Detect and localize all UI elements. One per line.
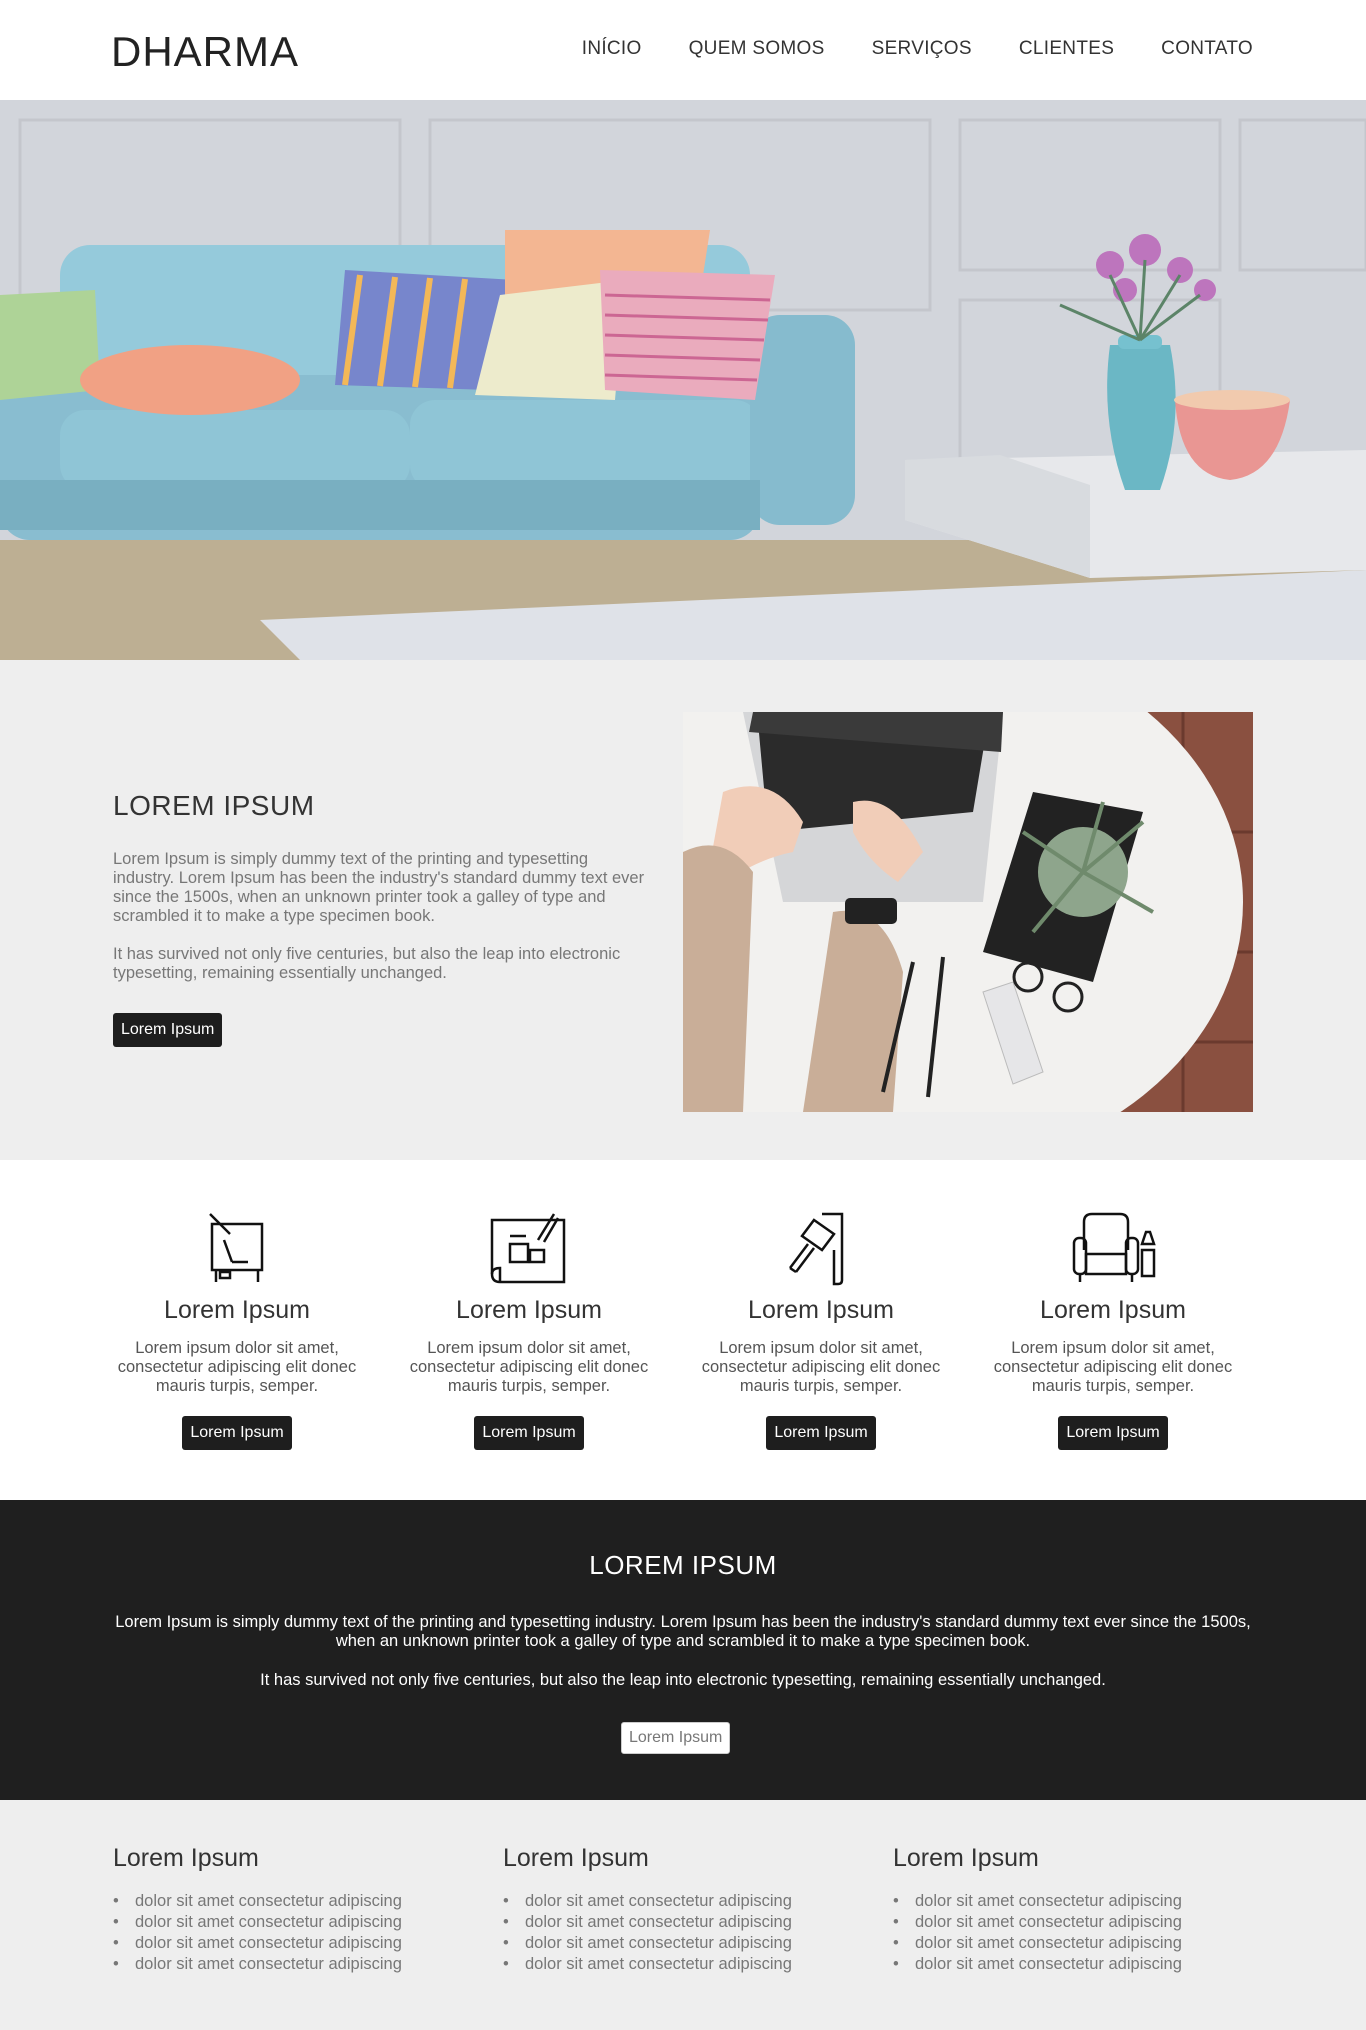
list-item[interactable]: dolor sit amet consectetur adipiscing bbox=[113, 1954, 453, 1975]
list-item[interactable]: dolor sit amet consectetur adipiscing bbox=[503, 1954, 843, 1975]
site-logo[interactable]: DHARMA bbox=[111, 28, 299, 76]
nav-contato[interactable]: CONTATO bbox=[1161, 38, 1253, 60]
band-paragraph-1: Lorem Ipsum is simply dummy text of the … bbox=[115, 1613, 1251, 1650]
paint-brush-icon bbox=[789, 1212, 844, 1286]
about-title: LOREM IPSUM bbox=[113, 790, 315, 821]
nav-quem-somos[interactable]: QUEM SOMOS bbox=[689, 38, 825, 60]
service-card: Lorem Ipsum Lorem ipsum dolor sit amet, … bbox=[983, 1210, 1243, 1450]
nav-clientes[interactable]: CLIENTES bbox=[1019, 38, 1114, 60]
service-button[interactable]: Lorem Ipsum bbox=[766, 1416, 876, 1450]
hero-banner bbox=[0, 100, 1366, 660]
list-item[interactable]: dolor sit amet consectetur adipiscing bbox=[113, 1933, 453, 1954]
service-title: Lorem Ipsum bbox=[748, 1296, 894, 1324]
about-paragraph-1: Lorem Ipsum is simply dummy text of the … bbox=[113, 850, 645, 925]
service-text: Lorem ipsum dolor sit amet, consectetur … bbox=[117, 1339, 357, 1395]
band-title: LOREM IPSUM bbox=[589, 1550, 777, 1580]
service-button[interactable]: Lorem Ipsum bbox=[474, 1416, 584, 1450]
main-nav: INÍCIO QUEM SOMOS SERVIÇOS CLIENTES CONT… bbox=[582, 38, 1253, 60]
service-text: Lorem ipsum dolor sit amet, consectetur … bbox=[993, 1339, 1233, 1395]
service-text: Lorem ipsum dolor sit amet, consectetur … bbox=[409, 1339, 649, 1395]
band-paragraph-2: It has survived not only five centuries,… bbox=[260, 1671, 1106, 1689]
list-item[interactable]: dolor sit amet consectetur adipiscing bbox=[113, 1891, 453, 1912]
service-card: Lorem Ipsum Lorem ipsum dolor sit amet, … bbox=[691, 1210, 951, 1450]
service-text: Lorem ipsum dolor sit amet, consectetur … bbox=[701, 1339, 941, 1395]
footer-list: dolor sit amet consectetur adipiscing do… bbox=[893, 1891, 1233, 1975]
nav-servicos[interactable]: SERVIÇOS bbox=[872, 38, 972, 60]
list-item[interactable]: dolor sit amet consectetur adipiscing bbox=[893, 1933, 1233, 1954]
about-text: LOREM IPSUM Lorem Ipsum is simply dummy … bbox=[113, 790, 653, 1047]
service-button[interactable]: Lorem Ipsum bbox=[182, 1416, 292, 1450]
list-item[interactable]: dolor sit amet consectetur adipiscing bbox=[893, 1912, 1233, 1933]
about-section: LOREM IPSUM Lorem Ipsum is simply dummy … bbox=[0, 660, 1366, 1160]
service-button[interactable]: Lorem Ipsum bbox=[1058, 1416, 1168, 1450]
footer-column: Lorem Ipsum dolor sit amet consectetur a… bbox=[503, 1844, 843, 1975]
footer-column-title: Lorem Ipsum bbox=[503, 1844, 649, 1872]
callout-band: LOREM IPSUM Lorem Ipsum is simply dummy … bbox=[0, 1500, 1366, 1800]
hero-living-room-image bbox=[0, 100, 1366, 660]
footer-list: dolor sit amet consectetur adipiscing do… bbox=[113, 1891, 453, 1975]
nav-inicio[interactable]: INÍCIO bbox=[582, 38, 642, 60]
services-section: Lorem Ipsum Lorem ipsum dolor sit amet, … bbox=[0, 1160, 1366, 1500]
service-title: Lorem Ipsum bbox=[456, 1296, 602, 1324]
drawing-board-icon bbox=[209, 1213, 264, 1282]
list-item[interactable]: dolor sit amet consectetur adipiscing bbox=[113, 1912, 453, 1933]
service-card: Lorem Ipsum Lorem ipsum dolor sit amet, … bbox=[399, 1210, 659, 1450]
list-item[interactable]: dolor sit amet consectetur adipiscing bbox=[503, 1891, 843, 1912]
footer-column-title: Lorem Ipsum bbox=[893, 1844, 1039, 1872]
service-card: Lorem Ipsum Lorem ipsum dolor sit amet, … bbox=[107, 1210, 367, 1450]
footer-column: Lorem Ipsum dolor sit amet consectetur a… bbox=[893, 1844, 1233, 1975]
footer-list: dolor sit amet consectetur adipiscing do… bbox=[503, 1891, 843, 1975]
list-item[interactable]: dolor sit amet consectetur adipiscing bbox=[503, 1933, 843, 1954]
armchair-icon bbox=[1072, 1212, 1156, 1282]
footer-links: Lorem Ipsum dolor sit amet consectetur a… bbox=[0, 1800, 1366, 2030]
service-title: Lorem Ipsum bbox=[1040, 1296, 1186, 1324]
laptop-desk-image bbox=[683, 712, 1253, 1112]
blueprint-icon bbox=[490, 1213, 566, 1284]
footer-column: Lorem Ipsum dolor sit amet consectetur a… bbox=[113, 1844, 453, 1975]
about-paragraph-2: It has survived not only five centuries,… bbox=[113, 945, 621, 982]
footer-column-title: Lorem Ipsum bbox=[113, 1844, 259, 1872]
list-item[interactable]: dolor sit amet consectetur adipiscing bbox=[503, 1912, 843, 1933]
about-button[interactable]: Lorem Ipsum bbox=[113, 1013, 223, 1047]
band-button[interactable]: Lorem Ipsum bbox=[621, 1722, 731, 1754]
site-header: DHARMA INÍCIO QUEM SOMOS SERVIÇOS CLIENT… bbox=[0, 0, 1366, 100]
about-photo bbox=[683, 712, 1253, 1112]
service-title: Lorem Ipsum bbox=[164, 1296, 310, 1324]
list-item[interactable]: dolor sit amet consectetur adipiscing bbox=[893, 1954, 1233, 1975]
list-item[interactable]: dolor sit amet consectetur adipiscing bbox=[893, 1891, 1233, 1912]
